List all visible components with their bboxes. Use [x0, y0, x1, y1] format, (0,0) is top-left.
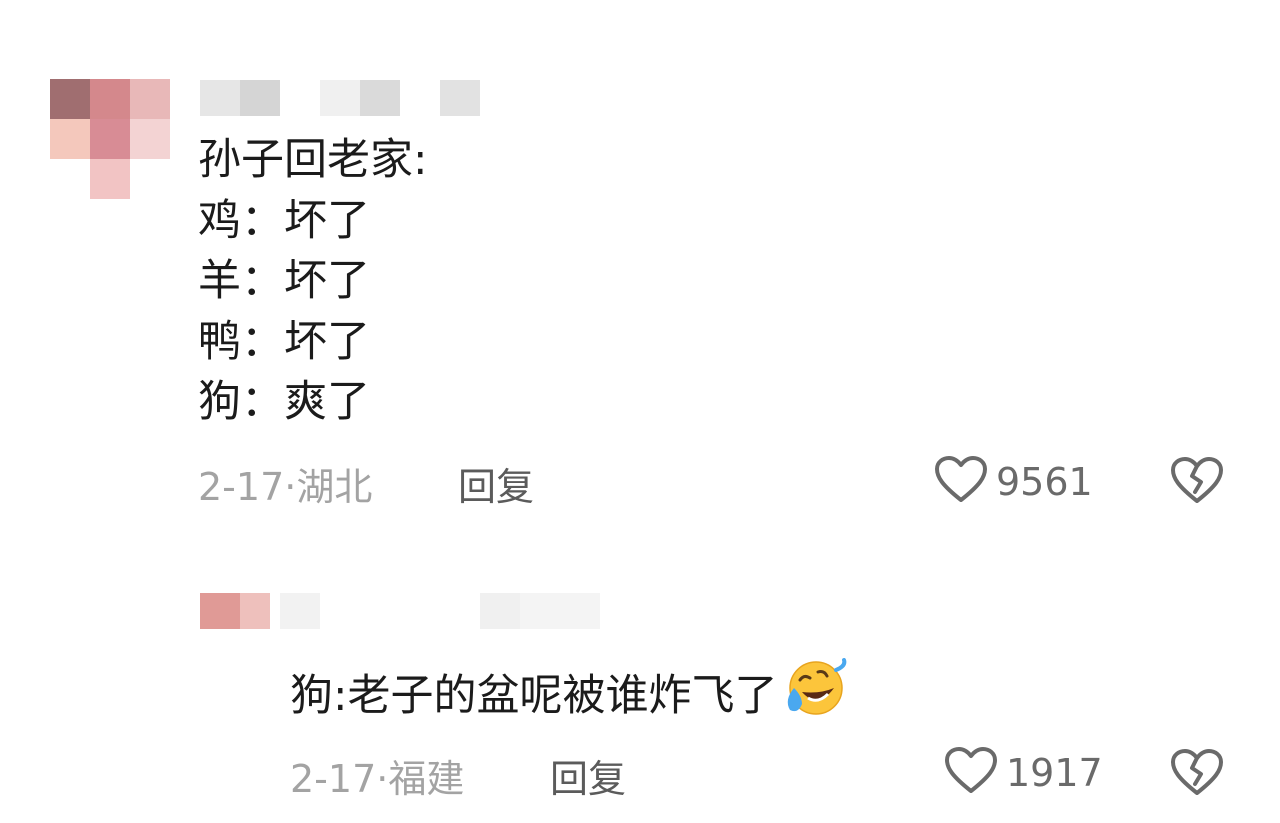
comment-line: 鸡：坏了 — [198, 195, 370, 246]
comment-meta: 2-17·湖北 — [198, 456, 372, 511]
reply-location: 福建 — [388, 757, 465, 801]
comment-line: 羊：坏了 — [198, 256, 370, 306]
comment-date: 2-17 — [198, 465, 285, 509]
like-count: 9561 — [996, 460, 1093, 504]
meta-separator: · — [284, 465, 297, 509]
reply-content: 狗:老子的盆呢被谁炸飞了 — [290, 671, 778, 721]
rolling-laughing-emoji — [782, 658, 848, 734]
reply-button[interactable]: 回复 — [550, 748, 626, 803]
reply-username[interactable] — [200, 593, 600, 629]
like-count: 1917 — [1006, 751, 1103, 795]
comment-line: 狗：爽了 — [198, 377, 370, 427]
username[interactable] — [200, 80, 480, 116]
dislike-button[interactable] — [1170, 748, 1224, 802]
heart-outline-icon — [944, 746, 998, 800]
comment-line: 鸭：坏了 — [198, 316, 370, 367]
broken-heart-icon — [1170, 457, 1224, 510]
dislike-button[interactable] — [1170, 456, 1224, 510]
like-button[interactable]: 9561 — [934, 455, 1093, 509]
like-button[interactable]: 1917 — [944, 746, 1103, 800]
reply-date: 2-17 — [290, 757, 377, 801]
avatar[interactable] — [50, 79, 170, 199]
broken-heart-icon — [1170, 749, 1224, 802]
reply-meta: 2-17·福建 — [290, 748, 464, 803]
comment: 孙子回老家: 鸡：坏了羊：坏了鸭：坏了狗：爽了 2-17·湖北 回复 9561 — [0, 0, 1280, 520]
reply-text: 狗:老子的盆呢被谁炸飞了 — [290, 658, 848, 734]
comment-location: 湖北 — [296, 465, 373, 509]
comment-line: 孙子回老家: — [198, 135, 428, 185]
reply-button[interactable]: 回复 — [458, 456, 534, 511]
meta-separator: · — [376, 757, 389, 801]
comment-text: 孙子回老家: 鸡：坏了羊：坏了鸭：坏了狗：爽了 — [198, 130, 428, 433]
heart-outline-icon — [934, 455, 988, 509]
